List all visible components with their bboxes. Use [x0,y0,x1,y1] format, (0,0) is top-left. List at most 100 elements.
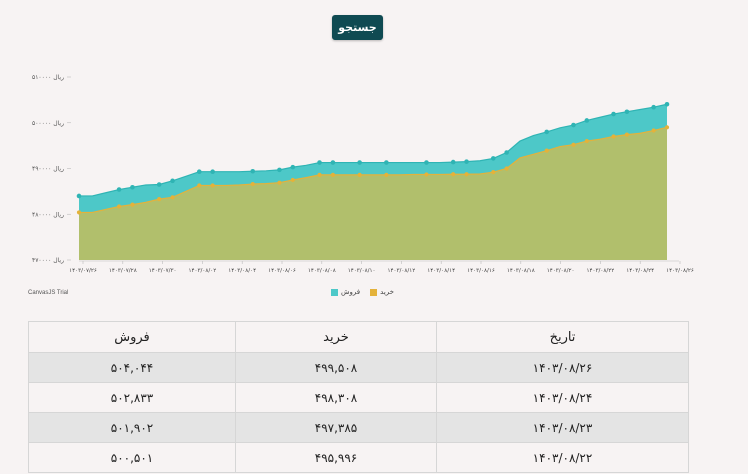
sell-point [170,178,175,184]
buy-point [491,170,496,175]
cell-sell: ۵۰۰,۵۰۱ [28,442,236,473]
sell-point [196,169,202,175]
buy-point [624,132,630,137]
sell-point [424,160,429,165]
buy-point [250,181,255,187]
sell-point [464,159,469,164]
sell-point [76,193,82,199]
x-tick-label: ۱۴۰۳/۰۸/۱۴ [427,268,455,274]
sell-point [450,159,456,165]
buy-point [130,202,135,207]
sell-point [544,129,550,135]
buy-point [76,210,82,215]
cell-buy: ۴۹۵,۹۹۶ [235,442,437,473]
buy-point [424,172,429,177]
cell-sell: ۵۰۱,۹۰۲ [28,412,236,443]
legend-swatch-buy [370,288,378,296]
buy-point [464,172,469,177]
chart-watermark: CanvasJS Trial [28,290,69,296]
table-row: ۵۰۲,۸۳۳ ۴۹۸,۳۰۸ ۱۴۰۳/۰۸/۲۴ [28,382,689,413]
x-tick-label: ۱۴۰۳/۰۸/۰۲ [188,268,216,274]
price-area-chart: ۴۷۰۰۰۰ ریال ۴۸۰۰۰۰ ریال ۴۹۰۰۰۰ ریال ۵۰۰۰۰۰ … [32,74,694,274]
sell-point [357,160,362,165]
buy-point [357,172,362,178]
x-tick-label: ۱۴۰۳/۰۷/۲۸ [109,268,137,274]
y-tick-label: ۴۸۰۰۰۰ ریال [32,211,64,218]
sell-point [490,156,496,161]
x-tick-label: ۱۴۰۳/۰۷/۳۰ [149,268,177,274]
table-row: ۵۰۴,۰۴۴ ۴۹۹,۵۰۸ ۱۴۰۳/۰۸/۲۶ [28,352,689,383]
header-date: تاریخ [436,321,689,353]
buy-point [330,172,336,178]
buy-point [290,177,295,183]
sell-point [384,160,389,165]
cell-date: ۱۴۰۳/۰۸/۲۲ [436,442,689,473]
buy-point [116,204,122,209]
x-tick-label: ۱۴۰۳/۰۸/۱۲ [387,268,415,274]
x-tick-label: ۱۴۰۳/۰۸/۰۸ [308,268,336,274]
sell-point [116,187,122,192]
table-row: ۵۰۰,۵۰۱ ۴۹۵,۹۹۶ ۱۴۰۳/۰۸/۲۲ [28,442,689,473]
x-tick-label: ۱۴۰۳/۰۸/۲۰ [547,268,575,274]
buy-point [277,180,282,185]
sell-point [584,118,590,123]
sell-point [290,164,296,170]
cell-sell: ۵۰۴,۰۴۴ [28,352,236,383]
legend-swatch-sell [331,288,338,296]
buy-point [210,183,215,188]
header-sell: فروش [28,321,236,353]
buy-point [544,148,549,153]
buy-point [384,172,389,178]
x-tick-label: ۱۴۰۳/۰۸/۱۰ [348,268,376,274]
sell-point [651,104,656,110]
buy-point [504,166,509,171]
legend-label-sell: فروش [341,288,361,296]
cell-date: ۱۴۰۳/۰۸/۲۴ [436,382,689,413]
sell-point [250,168,256,174]
y-tick-label: ۵۱۰۰۰۰ ریال [32,74,64,81]
cell-date: ۱۴۰۳/۰۸/۲۶ [436,352,689,383]
sell-point [624,109,630,115]
buy-point [317,172,322,178]
cell-buy: ۴۹۷,۳۸۵ [235,412,437,443]
cell-date: ۱۴۰۳/۰۸/۲۳ [436,412,689,443]
sell-point [210,169,215,175]
chart-legend: فروش خرید [331,288,394,296]
buy-point [157,197,162,202]
header-buy: خرید [235,321,437,353]
sell-point [330,160,336,165]
sell-point [317,160,322,165]
sell-point [130,184,135,190]
buy-point [611,134,616,139]
buy-point [451,172,456,177]
table-row: ۵۰۱,۹۰۲ ۴۹۷,۳۸۵ ۱۴۰۳/۰۸/۲۳ [28,412,689,443]
buy-point [170,195,175,200]
sell-point [611,111,616,117]
x-tick-label: ۱۴۰۳/۰۸/۲۶ [666,268,694,274]
x-tick-label: ۱۴۰۳/۰۸/۱۶ [467,268,495,274]
sell-point [504,150,509,155]
buy-point [584,138,589,144]
legend-item-sell[interactable]: فروش [331,288,360,296]
cell-sell: ۵۰۲,۸۳۳ [28,382,236,413]
x-tick-label: ۱۴۰۳/۰۷/۲۶ [69,268,97,274]
price-table: فروش خرید تاریخ ۵۰۴,۰۴۴ ۴۹۹,۵۰۸ ۱۴۰۳/۰۸/… [28,321,689,473]
sell-point [156,182,162,187]
legend-item-buy[interactable]: خرید [370,288,394,296]
buy-point [197,183,202,188]
cell-buy: ۴۹۹,۵۰۸ [235,352,437,383]
table-header-row: فروش خرید تاریخ [28,321,689,353]
x-tick-label: ۱۴۰۳/۰۸/۲۴ [626,268,654,274]
sell-point [277,167,282,173]
buy-point [571,142,576,147]
x-tick-label: ۱۴۰۳/۰۸/۱۸ [507,268,535,274]
buy-point [651,128,656,133]
sell-point [664,101,670,107]
cell-buy: ۴۹۸,۳۰۸ [235,382,437,413]
sell-point [571,122,576,128]
y-tick-label: ۵۰۰۰۰۰ ریال [32,120,64,127]
y-tick-label: ۴۷۰۰۰۰ ریال [32,257,64,264]
buy-point [664,125,670,130]
legend-label-buy: خرید [380,288,394,296]
x-tick-label: ۱۴۰۳/۰۸/۰۶ [268,268,296,274]
